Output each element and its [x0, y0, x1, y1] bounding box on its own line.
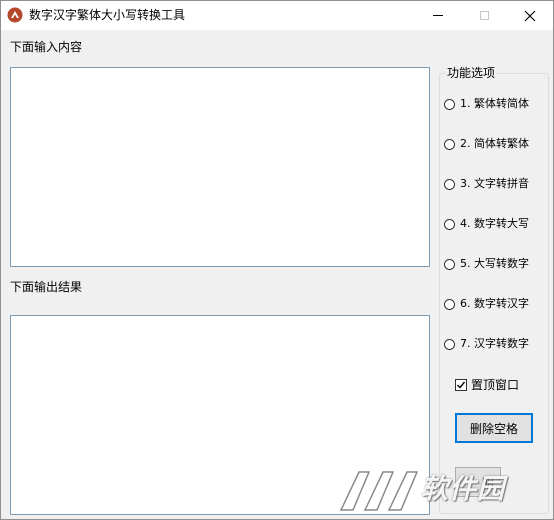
- radio-icon: [444, 338, 455, 350]
- app-logo-icon: [7, 7, 23, 23]
- radio-icon: [444, 98, 455, 110]
- minimize-icon: [433, 15, 443, 16]
- input-label: 下面输入内容: [10, 40, 83, 54]
- output-label: 下面输出结果: [10, 280, 83, 294]
- options-group-label: 功能选项: [445, 65, 498, 81]
- topmost-checkbox[interactable]: 置顶窗口: [455, 376, 519, 394]
- checkmark-icon: [455, 379, 467, 391]
- title-bar[interactable]: 数字汉字繁体大小写转换工具: [1, 1, 553, 30]
- radio-text-to-pinyin[interactable]: 3. 文字转拼音: [444, 175, 529, 193]
- radio-label: 3. 文字转拼音: [460, 177, 529, 190]
- radio-simplified-to-traditional[interactable]: 2. 简体转繁体: [444, 135, 529, 153]
- radio-label: 6. 数字转汉字: [460, 297, 529, 310]
- radio-icon: [444, 258, 455, 270]
- minimize-button[interactable]: [415, 1, 461, 30]
- close-button[interactable]: [507, 1, 553, 30]
- maximize-button: [461, 1, 507, 30]
- maximize-icon: [479, 11, 489, 20]
- topmost-label: 置顶窗口: [471, 378, 520, 392]
- radio-label: 1. 繁体转简体: [460, 97, 529, 110]
- radio-number-to-chinese[interactable]: 6. 数字转汉字: [444, 295, 529, 313]
- radio-number-to-uppercase[interactable]: 4. 数字转大写: [444, 215, 529, 233]
- window-title: 数字汉字繁体大小写转换工具: [29, 8, 186, 22]
- input-textarea[interactable]: [10, 67, 430, 267]
- radio-label: 5. 大写转数字: [460, 257, 529, 270]
- radio-icon: [444, 298, 455, 310]
- radio-label: 4. 数字转大写: [460, 217, 529, 230]
- radio-label: 2. 简体转繁体: [460, 137, 529, 150]
- radio-icon: [444, 178, 455, 190]
- close-icon: [524, 10, 536, 21]
- radio-icon: [444, 218, 455, 230]
- radio-chinese-to-number[interactable]: 7. 汉字转数字: [444, 335, 529, 353]
- radio-traditional-to-simplified[interactable]: 1. 繁体转简体: [444, 95, 529, 113]
- app-window: 数字汉字繁体大小写转换工具 下面输入内容 下面输出结果 功能选项 1. 繁体转简…: [0, 0, 554, 520]
- radio-label: 7. 汉字转数字: [460, 337, 529, 350]
- radio-icon: [444, 138, 455, 150]
- watermark-text: 软件园: [421, 474, 505, 505]
- delete-spaces-button[interactable]: 删除空格: [455, 413, 533, 443]
- radio-uppercase-to-number[interactable]: 5. 大写转数字: [444, 255, 529, 273]
